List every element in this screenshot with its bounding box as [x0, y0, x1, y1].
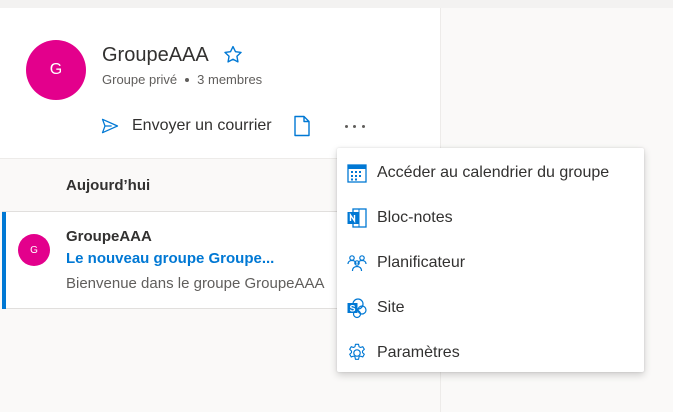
sender-avatar-initial: G — [30, 244, 38, 256]
group-actions: Envoyer un courrier — [100, 112, 368, 140]
menu-item-settings[interactable]: Paramètres — [337, 330, 644, 375]
menu-item-label: Planificateur — [377, 253, 466, 271]
menu-item-label: Bloc-notes — [377, 208, 453, 226]
group-privacy: Groupe privé — [102, 72, 178, 87]
group-members[interactable]: 3 membres — [197, 72, 262, 87]
group-name: GroupeAAA — [102, 44, 209, 66]
sender-avatar[interactable]: G — [18, 234, 50, 266]
planner-icon — [347, 254, 367, 271]
gear-icon — [349, 343, 365, 360]
sharepoint-icon: S — [347, 297, 367, 318]
menu-item-notebook[interactable]: Bloc-notes — [337, 195, 644, 240]
menu-item-planner[interactable]: Planificateur — [337, 240, 644, 285]
calendar-icon — [347, 163, 367, 183]
menu-item-calendar[interactable]: Accéder au calendrier du groupe — [337, 150, 644, 195]
message-subject[interactable]: Le nouveau groupe Groupe... — [66, 250, 274, 267]
top-strip — [0, 0, 673, 8]
group-avatar-initial: G — [49, 61, 63, 78]
more-options-button[interactable] — [342, 115, 368, 137]
more-icon-dot — [361, 124, 365, 128]
more-options-menu: Accéder au calendrier du groupe Bloc-not… — [337, 148, 644, 372]
group-avatar[interactable]: G — [26, 40, 86, 100]
send-icon — [101, 118, 119, 134]
onenote-icon — [347, 207, 367, 228]
svg-text:S: S — [349, 303, 355, 313]
menu-item-label: Paramètres — [377, 343, 460, 361]
send-mail-button[interactable]: Envoyer un courrier — [100, 116, 272, 136]
section-title-today: Aujourd’hui — [66, 177, 151, 194]
selected-indicator — [2, 212, 6, 309]
more-icon-dot — [344, 124, 348, 128]
star-icon[interactable] — [222, 44, 244, 66]
more-icon-dot — [353, 124, 357, 128]
menu-item-site[interactable]: S Site — [337, 285, 644, 330]
send-mail-label: Envoyer un courrier — [132, 117, 272, 134]
message-sender: GroupeAAA — [66, 228, 152, 245]
message-preview: Bienvenue dans le groupe GroupeAAA — [66, 275, 325, 292]
group-meta: Groupe privé 3 membres — [102, 72, 262, 87]
group-header: G GroupeAAA Groupe privé 3 membres Envoy… — [0, 8, 440, 158]
menu-item-label: Site — [377, 298, 405, 316]
document-icon[interactable] — [292, 115, 312, 137]
menu-item-label: Accéder au calendrier du groupe — [377, 163, 610, 181]
separator-dot — [185, 77, 190, 82]
